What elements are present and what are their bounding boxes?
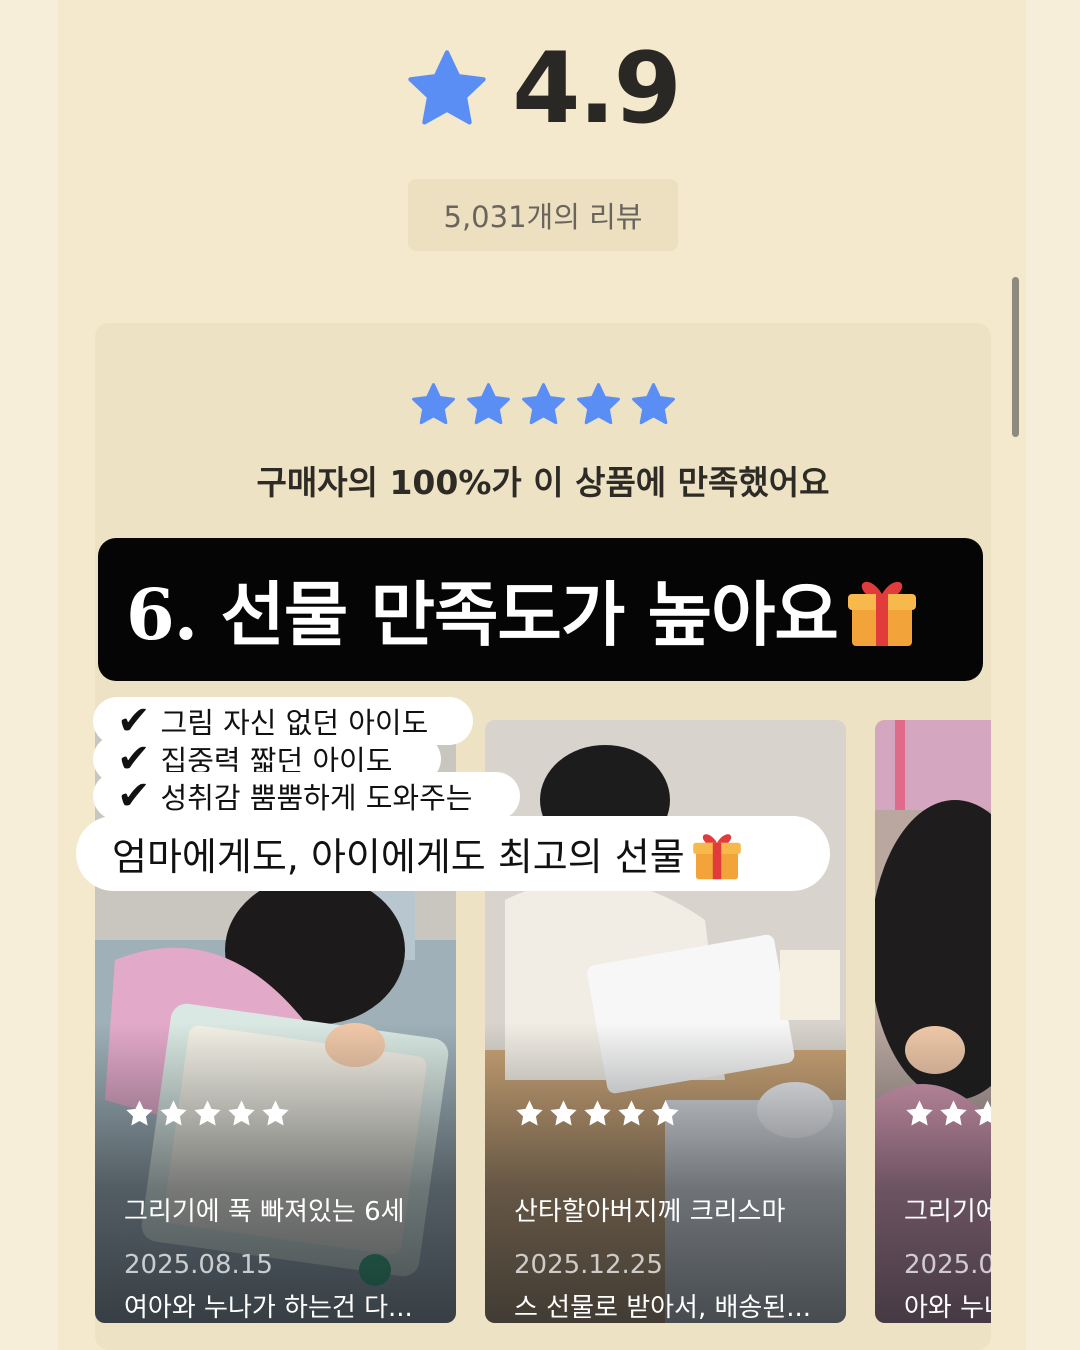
review-date: 2025.0 (904, 1250, 991, 1280)
section-banner: 6. 선물 만족도가 높아요 (98, 538, 983, 681)
star-icon (262, 1100, 289, 1126)
star-icon (194, 1100, 221, 1126)
gift-icon (689, 826, 745, 882)
rating-summary: 4.9 (58, 40, 1026, 138)
review-date: 2025.08.15 (124, 1250, 273, 1280)
star-icon (974, 1100, 991, 1126)
gift-highlight: 엄마에게도, 아이에게도 최고의 선물 (76, 816, 830, 891)
check-icon: ✔ (117, 773, 151, 819)
review-stars (904, 1098, 991, 1129)
star-icon (521, 383, 565, 425)
star-icon (618, 1100, 645, 1126)
gift-icon (842, 570, 922, 650)
review-card[interactable]: 산타할아버지께 크리스마 스 선물로 받아서, 배송된... 2025.12.2… (485, 720, 846, 1323)
checklist-item: ✔ 성취감 뿜뿜하게 도와주는 (93, 772, 520, 820)
satisfaction-stars (95, 381, 991, 428)
star-icon (126, 1100, 153, 1126)
star-icon (411, 383, 455, 425)
review-count-button[interactable]: 5,031개의 리뷰 (408, 179, 678, 251)
banner-title: 6. 선물 만족도가 높아요 (126, 573, 839, 656)
review-stars (514, 1098, 681, 1129)
scrollbar[interactable] (1012, 277, 1019, 437)
review-text: 산타할아버지께 크리스마 스 선물로 받아서, 배송된... (514, 1197, 812, 1323)
review-date: 2025.12.25 (514, 1250, 663, 1280)
star-icon (631, 383, 675, 425)
satisfaction-text: 구매자의 100%가 이 상품에 만족했어요 (256, 463, 830, 502)
rating-score: 4.9 (512, 32, 682, 146)
star-icon (906, 1100, 933, 1126)
star-icon (160, 1100, 187, 1126)
star-icon (516, 1100, 543, 1126)
star-icon (576, 383, 620, 425)
star-icon (652, 1100, 679, 1126)
review-text: 그리기에 푹 빠져있는 6세 여아와 누나가 하는건 다... (124, 1197, 413, 1323)
star-icon (466, 383, 510, 425)
star-icon (940, 1100, 967, 1126)
review-stars (124, 1098, 291, 1129)
star-icon (404, 46, 490, 132)
highlight-text: 엄마에게도, 아이에게도 최고의 선물 (112, 835, 685, 879)
star-icon (228, 1100, 255, 1126)
review-card[interactable]: 그리기에 아와 누나 2025.0 (875, 720, 991, 1323)
star-icon (584, 1100, 611, 1126)
star-icon (550, 1100, 577, 1126)
review-text: 그리기에 아와 누나 (904, 1197, 991, 1323)
